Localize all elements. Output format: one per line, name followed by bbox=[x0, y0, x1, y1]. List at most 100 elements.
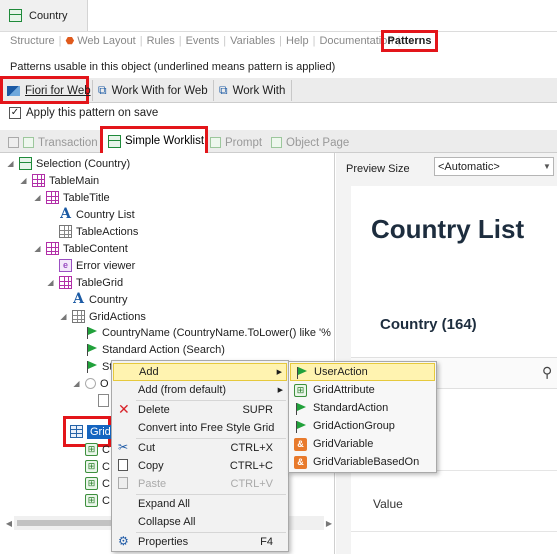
fiori-icon bbox=[7, 85, 20, 96]
tree-node-table-actions[interactable]: TableActions bbox=[59, 223, 138, 240]
tree-node-partial-c4[interactable]: ⊞ C bbox=[85, 492, 110, 509]
scroll-left-icon[interactable]: ◀ bbox=[4, 519, 14, 528]
work-with-icon: ⧉ bbox=[219, 83, 228, 97]
tree-node-partial-o[interactable]: ◢ O bbox=[72, 375, 108, 392]
tree-node-table-main[interactable]: ◢ TableMain bbox=[19, 172, 99, 189]
menu-item-add[interactable]: Add ▶ bbox=[113, 363, 287, 381]
collapse-icon[interactable]: ◢ bbox=[19, 176, 28, 185]
tab-variables[interactable]: Variables bbox=[230, 35, 275, 47]
tree-node-label: Country bbox=[89, 293, 128, 306]
tab-web-layout[interactable]: ⬣ Web Layout bbox=[66, 35, 136, 47]
submenu-item-label: StandardAction bbox=[313, 402, 389, 414]
tree-node-error-viewer[interactable]: e Error viewer bbox=[59, 257, 135, 274]
tree-node-table-title[interactable]: ◢ TableTitle bbox=[33, 189, 110, 206]
submenu-item-standard-action[interactable]: StandardAction bbox=[290, 399, 435, 417]
tree-node-label: GridActions bbox=[89, 310, 146, 323]
tree-node-partial-st[interactable]: St bbox=[85, 358, 112, 375]
apply-pattern-checkbox[interactable]: ✓ Apply this pattern on save bbox=[9, 107, 158, 119]
menu-item-properties[interactable]: ⚙ Properties F4 bbox=[113, 533, 287, 551]
apply-pattern-label: Apply this pattern on save bbox=[26, 107, 159, 119]
instance-tab-object-page[interactable]: Object Page bbox=[271, 133, 349, 152]
document-tab-country[interactable]: Country bbox=[0, 0, 88, 31]
submenu-item-grid-action-group[interactable]: GridActionGroup bbox=[290, 417, 435, 435]
pattern-tab-fiori-for-web[interactable]: Fiori for Web bbox=[3, 80, 95, 101]
collapse-icon[interactable]: ◢ bbox=[6, 159, 15, 168]
menu-item-copy[interactable]: Copy CTRL+C bbox=[113, 457, 287, 475]
tab-web-layout-label: Web Layout bbox=[77, 35, 136, 47]
tree-node-label: Country List bbox=[76, 208, 135, 221]
menu-item-label: Add (from default) bbox=[138, 384, 227, 396]
menu-item-shortcut: CTRL+X bbox=[230, 442, 274, 454]
tree-node-country-name-filter[interactable]: CountryName (CountryName.ToLower() like … bbox=[85, 324, 331, 341]
tree-node-partial-c2[interactable]: ⊞ C bbox=[85, 458, 110, 475]
flag-icon bbox=[85, 326, 98, 339]
tree-node-label: Standard Action (Search) bbox=[102, 343, 225, 356]
collapse-icon[interactable]: ◢ bbox=[72, 379, 81, 388]
menu-item-cut[interactable]: ✂ Cut CTRL+X bbox=[113, 439, 287, 457]
menu-item-paste[interactable]: Paste CTRL+V bbox=[113, 475, 287, 493]
menu-item-shortcut: F4 bbox=[260, 536, 273, 548]
tree-node-country[interactable]: A Country bbox=[72, 291, 128, 308]
tree-node-label: TableTitle bbox=[63, 191, 110, 204]
tree-node-grid-actions[interactable]: ◢ GridActions bbox=[59, 308, 146, 325]
table-actions-icon bbox=[59, 225, 72, 238]
add-submenu: UserAction ⊞ GridAttribute StandardActio… bbox=[288, 361, 437, 473]
tree-node-partial-c3[interactable]: ⊞ C bbox=[85, 475, 110, 492]
tree-node-selection[interactable]: ◢ Selection (Country) bbox=[6, 155, 130, 172]
submenu-item-grid-variable[interactable]: & GridVariable bbox=[290, 435, 435, 453]
pattern-tab-work-with-for-web[interactable]: ⧉ Work With for Web bbox=[94, 80, 212, 101]
menu-item-expand-all[interactable]: Expand All bbox=[113, 495, 287, 513]
submenu-item-grid-attribute[interactable]: ⊞ GridAttribute bbox=[290, 381, 435, 399]
document-tab-title: Country bbox=[29, 9, 68, 22]
divider bbox=[351, 531, 557, 532]
context-menu: Add ▶ Add (from default) ▶ ✕ Delete SUPR… bbox=[111, 360, 289, 552]
pattern-tab-work-with[interactable]: ⧉ Work With bbox=[215, 80, 289, 101]
collapse-icon[interactable]: ◢ bbox=[33, 193, 42, 202]
instance-tab-transaction[interactable]: Transaction bbox=[8, 133, 98, 152]
divider bbox=[213, 80, 214, 101]
menu-item-convert[interactable]: Convert into Free Style Grid bbox=[113, 419, 287, 437]
tab-events[interactable]: Events bbox=[186, 35, 220, 47]
tree-node-label: Selection (Country) bbox=[36, 157, 131, 170]
menu-item-collapse-all[interactable]: Collapse All bbox=[113, 513, 287, 531]
menu-item-label: Convert into Free Style Grid bbox=[138, 422, 275, 434]
menu-item-add-from-default[interactable]: Add (from default) ▶ bbox=[113, 381, 287, 399]
collapse-icon[interactable]: ◢ bbox=[33, 244, 42, 253]
grid-icon bbox=[70, 425, 83, 438]
flag-icon bbox=[295, 366, 308, 379]
tree-node-partial-c1[interactable]: ⊞ C bbox=[85, 441, 110, 458]
collapse-icon[interactable]: ◢ bbox=[46, 278, 55, 287]
worklist-icon bbox=[108, 134, 121, 148]
tab-patterns[interactable]: Patterns bbox=[381, 30, 438, 52]
submenu-item-user-action[interactable]: UserAction bbox=[290, 363, 435, 381]
collapse-icon[interactable]: ◢ bbox=[59, 312, 68, 321]
pattern-tab-fiori-label: Fiori for Web bbox=[25, 84, 91, 97]
instance-tab-prompt[interactable]: Prompt bbox=[210, 133, 262, 152]
tree-node-table-grid[interactable]: ◢ TableGrid bbox=[46, 274, 123, 291]
tree-node-country-list[interactable]: A Country List bbox=[59, 206, 135, 223]
tab-structure[interactable]: Structure bbox=[10, 35, 55, 47]
submenu-item-grid-variable-based-on[interactable]: & GridVariableBasedOn bbox=[290, 453, 435, 471]
tab-rules[interactable]: Rules bbox=[147, 35, 175, 47]
tab-help[interactable]: Help bbox=[286, 35, 309, 47]
instance-tab-prompt-label: Prompt bbox=[225, 136, 263, 149]
tree-node-label: TableGrid bbox=[76, 276, 124, 289]
object-page-icon bbox=[271, 137, 282, 148]
text-block-icon: A bbox=[60, 206, 71, 222]
checkbox-icon[interactable]: ✓ bbox=[9, 107, 21, 119]
tree-node-standard-action[interactable]: Standard Action (Search) bbox=[85, 341, 225, 358]
instance-tab-simple-worklist[interactable]: Simple Worklist bbox=[100, 126, 208, 156]
tree-node-partial-doc[interactable] bbox=[98, 392, 109, 409]
menu-item-delete[interactable]: ✕ Delete SUPR bbox=[113, 401, 287, 419]
instance-tab-simple-worklist-label: Simple Worklist bbox=[125, 135, 205, 147]
paste-icon bbox=[118, 477, 128, 489]
scroll-right-icon[interactable]: ▶ bbox=[324, 519, 334, 528]
search-icon: ⚲ bbox=[542, 364, 553, 380]
selection-icon bbox=[19, 157, 32, 170]
tree-node-label: TableActions bbox=[76, 225, 139, 238]
variable-icon: & bbox=[294, 437, 307, 451]
preview-size-select[interactable]: <Automatic> ▼ bbox=[434, 157, 554, 176]
tree-node-table-content[interactable]: ◢ TableContent bbox=[33, 240, 128, 257]
menu-item-shortcut: CTRL+C bbox=[229, 460, 273, 472]
tree-node-label: C bbox=[102, 460, 110, 473]
